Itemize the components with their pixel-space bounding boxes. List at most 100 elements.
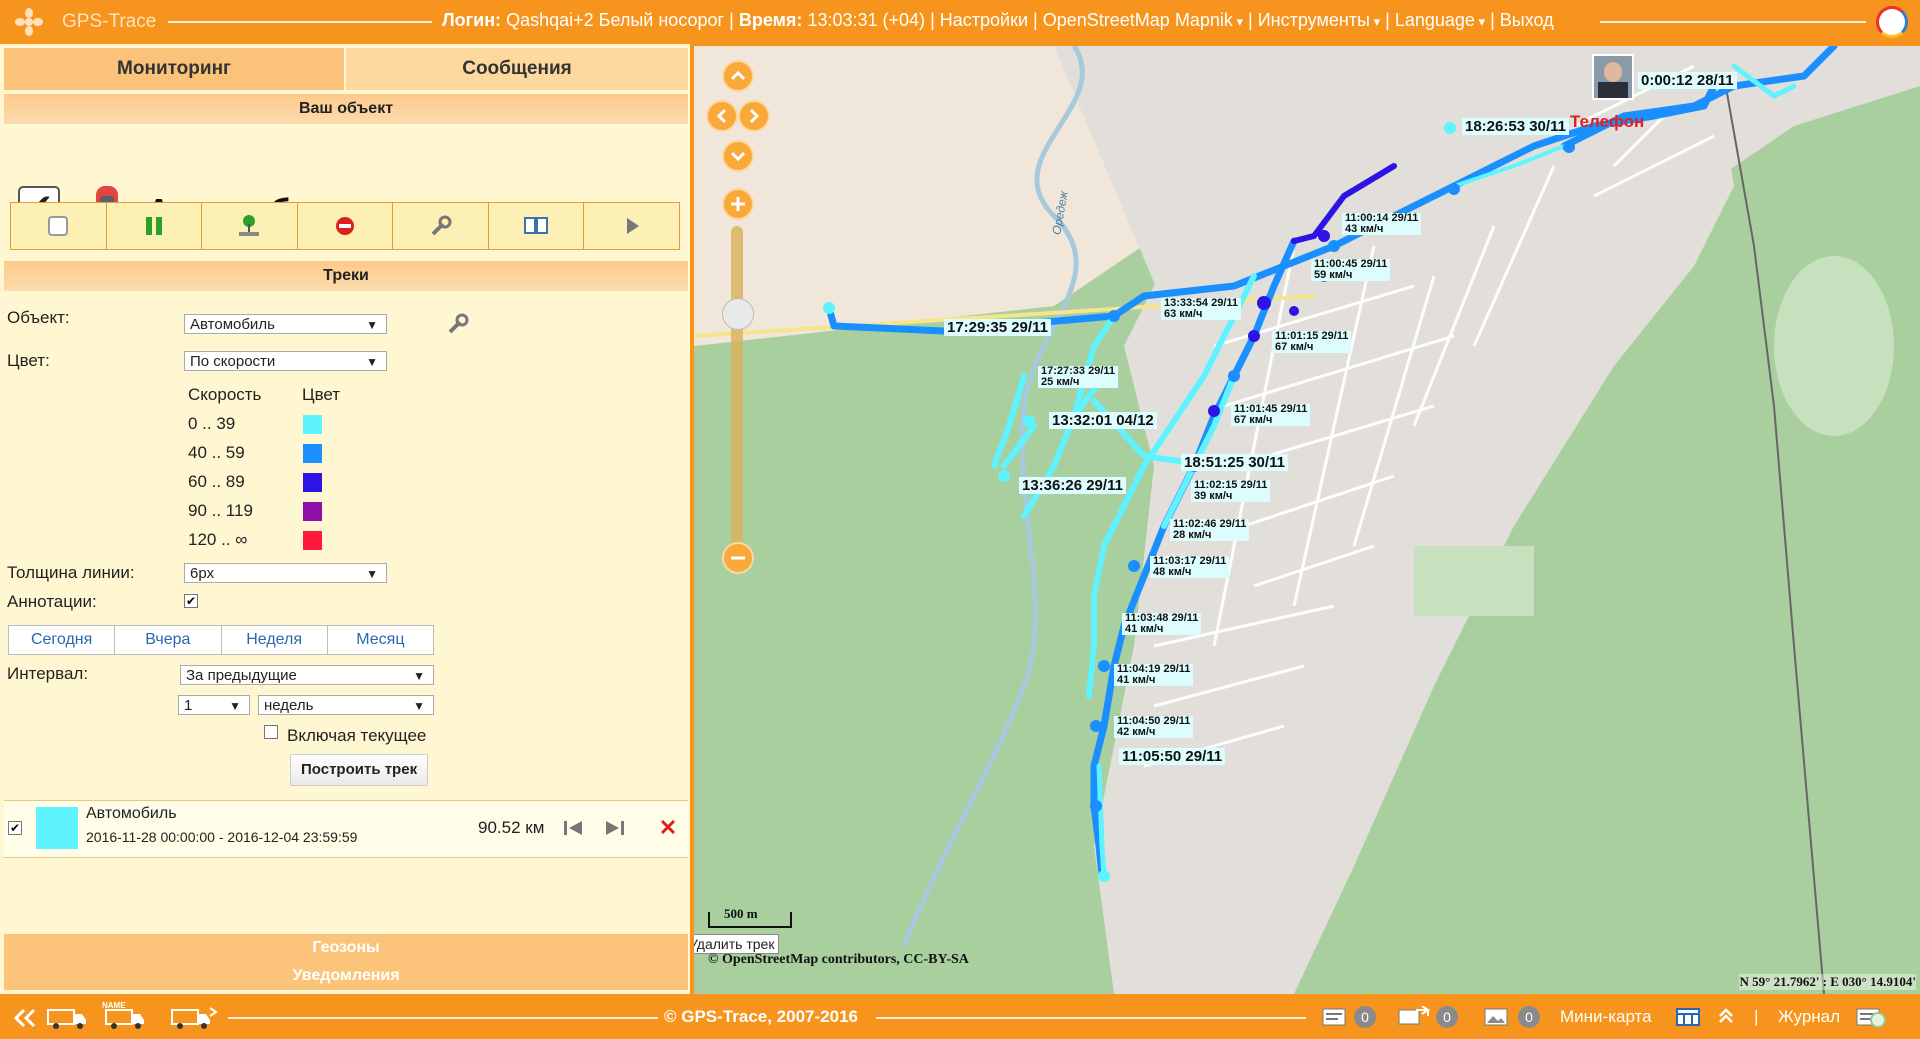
login-value: Qashqai+2 Белый носорог — [506, 10, 725, 30]
thickness-label: Толщина линии: — [7, 563, 135, 582]
truck-route-icon[interactable] — [170, 1004, 218, 1030]
zoom-out-button[interactable] — [722, 542, 754, 574]
annotation-speed: 28 км/ч — [1173, 529, 1212, 541]
zoom-slider[interactable] — [731, 226, 743, 556]
delete-track-icon[interactable] — [658, 817, 678, 837]
phone-time-label: 0:00:12 28/11 — [1638, 72, 1737, 89]
interval-select[interactable]: За предыдущие — [180, 665, 434, 686]
book-icon — [524, 217, 549, 234]
speed-range: 0 .. 39 — [188, 414, 236, 433]
status-bar: NAME © GPS-Trace, 2007-2016 0 0 0 Мини-к… — [0, 996, 1920, 1039]
speed-range: 40 .. 59 — [188, 443, 245, 462]
status-divider-line — [228, 1017, 658, 1019]
track-visible-checkbox[interactable]: ✔ — [8, 821, 22, 835]
play-button[interactable] — [584, 203, 679, 249]
time-label: Время: — [738, 10, 803, 30]
include-current-checkbox[interactable] — [264, 725, 278, 739]
object-label: Объект: — [7, 308, 70, 327]
expand-up-icon[interactable] — [1716, 1006, 1736, 1026]
geo-point-button[interactable] — [202, 203, 298, 249]
stop-button[interactable] — [11, 203, 107, 249]
interval-count-select[interactable]: 1 — [178, 695, 250, 716]
phone-name-label: Телефон — [1570, 112, 1645, 131]
chevron-left-icon — [716, 108, 727, 124]
scale-bar: 500 m — [708, 906, 792, 928]
map-annotation: 11:01:45 29/11 67 км/ч — [1231, 404, 1311, 426]
color-select[interactable]: По скорости — [184, 351, 387, 372]
settings-wrench-button[interactable] — [393, 203, 489, 249]
annotation-speed: 39 км/ч — [1194, 490, 1233, 502]
geozones-section[interactable]: Геозоны — [4, 934, 688, 962]
build-track-button[interactable]: Построить трек — [290, 754, 429, 786]
block-button[interactable] — [298, 203, 394, 249]
minimap-icon[interactable] — [1676, 1008, 1700, 1026]
interval-label: Интервал: — [7, 664, 89, 683]
color-label: Цвет: — [7, 351, 50, 370]
annotation-speed: 67 км/ч — [1234, 414, 1273, 426]
service-logo-icon[interactable] — [1876, 6, 1908, 38]
map-view[interactable]: 18:26:53 30/11 17:29:35 29/11 13:32:01 0… — [694, 46, 1920, 994]
notifications-section[interactable]: Уведомления — [4, 962, 688, 990]
track-distance: 90.52 км — [478, 818, 545, 837]
annotation-speed: 48 км/ч — [1153, 566, 1192, 578]
track-start-icon[interactable] — [562, 818, 586, 838]
tools-dropdown[interactable]: Инструменты — [1258, 10, 1380, 30]
time-value: 13:03:31 (+04) — [807, 10, 926, 30]
zoom-in-button[interactable] — [722, 188, 754, 220]
tab-messages[interactable]: Сообщения — [346, 48, 688, 90]
images-count-badge: 0 — [1518, 1006, 1540, 1028]
commands-count-badge: 0 — [1436, 1006, 1458, 1028]
map-annotation: 13:33:54 29/11 63 км/ч — [1161, 298, 1242, 320]
period-month-button[interactable]: Месяц — [328, 626, 433, 654]
period-week-button[interactable]: Неделя — [222, 626, 328, 654]
language-dropdown[interactable]: Language — [1395, 10, 1485, 30]
annotations-checkbox[interactable]: ✔ — [184, 594, 198, 608]
zoom-slider-handle[interactable] — [722, 298, 754, 330]
period-today-button[interactable]: Сегодня — [9, 626, 116, 654]
annotation-speed: 42 км/ч — [1117, 726, 1156, 738]
your-object-header[interactable]: Ваш объект — [4, 94, 688, 124]
log-book-button[interactable] — [489, 203, 585, 249]
images-icon[interactable] — [1484, 1008, 1508, 1026]
pause-icon — [145, 217, 162, 235]
map-annotation: 11:02:46 29/11 28 км/ч — [1170, 519, 1250, 541]
map-annotation: 18:26:53 30/11 — [1462, 118, 1569, 135]
truck-icon[interactable] — [46, 1004, 90, 1030]
interval-unit-select[interactable]: недель — [258, 695, 434, 716]
pan-up-button[interactable] — [722, 60, 754, 92]
object-settings-icon[interactable] — [446, 312, 470, 336]
block-icon — [336, 217, 355, 235]
map-layer-dropdown[interactable]: OpenStreetMap Mapnik — [1043, 10, 1243, 30]
truck-name-icon[interactable]: NAME — [100, 1000, 150, 1030]
collapse-panel-icon[interactable] — [12, 1008, 38, 1028]
phone-avatar[interactable] — [1592, 54, 1634, 100]
avatar-body — [1598, 82, 1628, 98]
object-toolbar — [10, 202, 680, 250]
pause-button[interactable] — [107, 203, 203, 249]
map-annotation: 17:29:35 29/11 — [944, 319, 1051, 336]
map-annotation: 17:27:33 29/11 25 км/ч — [1038, 366, 1119, 388]
tab-monitoring[interactable]: Мониторинг — [4, 48, 344, 90]
copyright: © GPS-Trace, 2007-2016 — [664, 1007, 858, 1026]
speed-color-swatch — [303, 502, 322, 521]
track-end-icon[interactable] — [602, 818, 626, 838]
period-yesterday-button[interactable]: Вчера — [115, 626, 222, 654]
scale-label: 500 m — [724, 906, 758, 921]
minimap-link[interactable]: Мини-карта — [1560, 1007, 1652, 1027]
commands-icon[interactable] — [1398, 1006, 1432, 1028]
pan-right-button[interactable] — [738, 100, 770, 132]
journal-icon[interactable] — [1856, 1004, 1886, 1030]
settings-link[interactable]: Настройки — [940, 10, 1028, 30]
track-color-swatch[interactable] — [36, 807, 78, 849]
tracks-header[interactable]: Треки — [4, 261, 688, 291]
track-dates: 2016-11-28 00:00:00 - 2016-12-04 23:59:5… — [86, 829, 358, 845]
messages-icon[interactable] — [1322, 1008, 1346, 1026]
separator: | — [1385, 10, 1390, 30]
pan-left-button[interactable] — [706, 100, 738, 132]
pan-down-button[interactable] — [722, 140, 754, 172]
thickness-select[interactable]: 6px — [184, 563, 387, 584]
object-select[interactable]: Автомобиль — [184, 314, 387, 335]
status-divider-line — [876, 1017, 1306, 1019]
journal-link[interactable]: Журнал — [1778, 1007, 1840, 1027]
logout-link[interactable]: Выход — [1500, 10, 1554, 30]
